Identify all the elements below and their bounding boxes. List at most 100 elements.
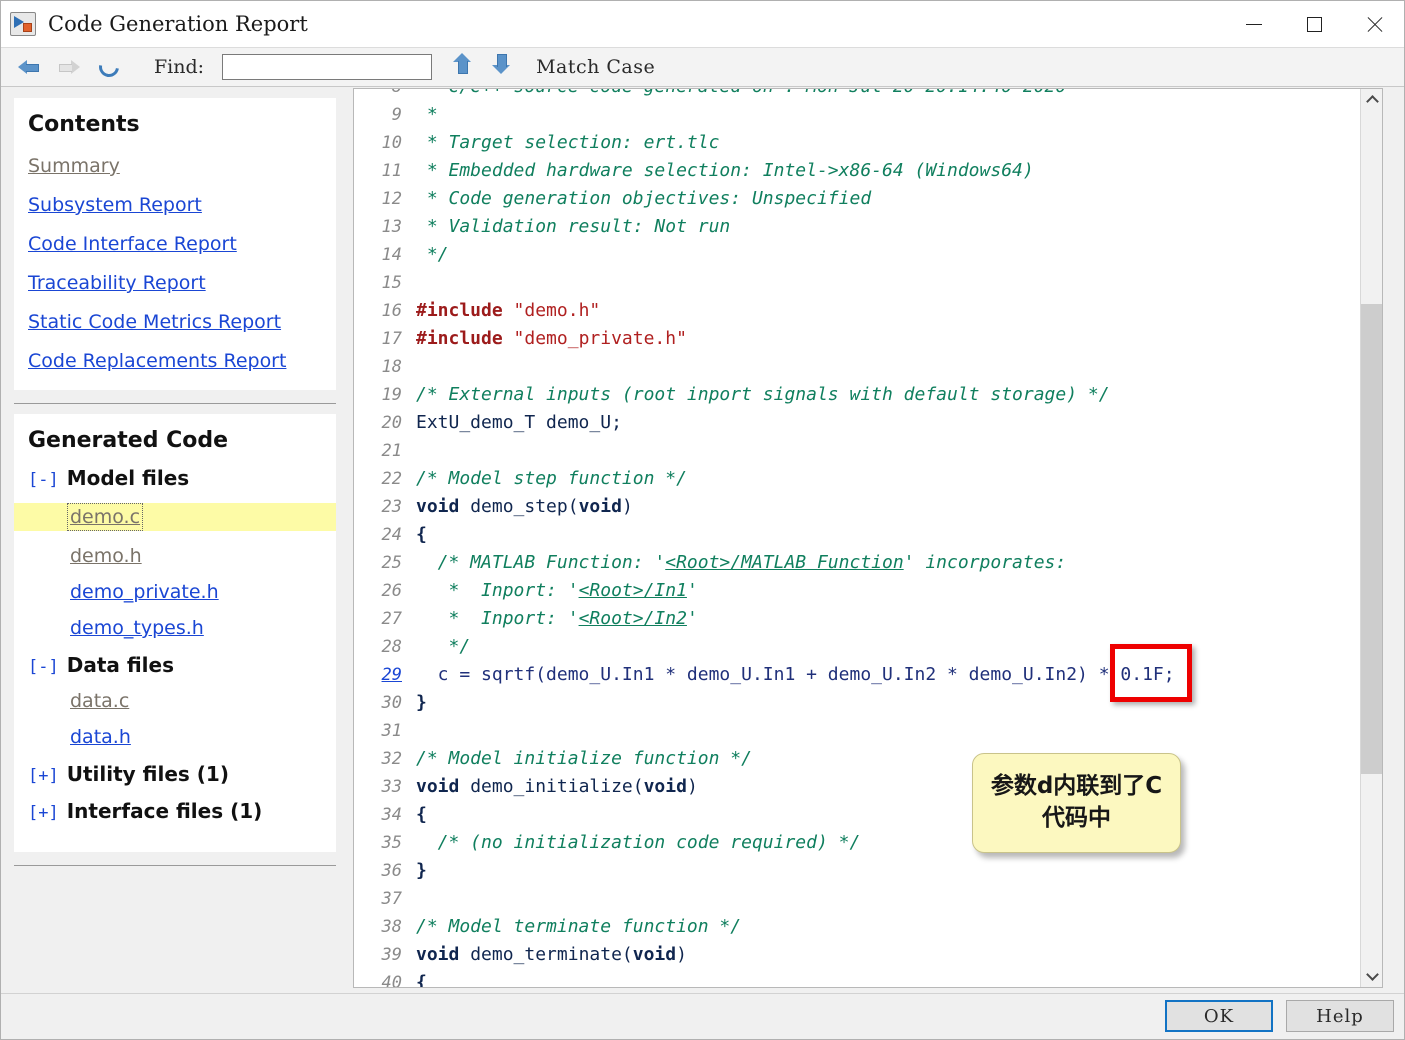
code-span: ' xyxy=(686,608,698,629)
code-trace-link[interactable]: <Root>/In1 xyxy=(579,580,687,601)
footer-bar: OK Help xyxy=(1,993,1404,1039)
refresh-icon xyxy=(95,53,123,81)
contents-link[interactable]: Code Replacements Report xyxy=(14,350,286,372)
code-line-number[interactable]: 29 xyxy=(354,661,406,689)
code-span: demo_step( xyxy=(459,496,579,517)
code-line-text: * Code generation objectives: Unspecifie… xyxy=(406,185,871,213)
generated-code-title: Generated Code xyxy=(28,428,229,453)
contents-link[interactable]: Subsystem Report xyxy=(14,194,202,216)
tree-group[interactable]: [+] Utility files (1) xyxy=(14,762,336,786)
code-span: ) xyxy=(686,776,698,797)
code-line: 13 * Validation result: Not run xyxy=(354,213,1175,241)
expand-icon[interactable]: [+] xyxy=(28,766,59,786)
code-line-number: 18 xyxy=(381,357,402,377)
tree-file-link[interactable]: data.h xyxy=(70,726,131,748)
code-span: { xyxy=(416,524,427,545)
code-trace-link[interactable]: <Root>/In2 xyxy=(579,608,687,629)
tree-group-label: Data files xyxy=(66,653,174,677)
code-generation-report-window: Code Generation Report Find: Match Case … xyxy=(0,0,1405,1040)
code-line: 31 xyxy=(354,717,1175,745)
refresh-button[interactable] xyxy=(94,53,124,81)
code-line-number: 12 xyxy=(381,189,402,209)
code-line-number: 33 xyxy=(381,777,402,797)
code-span: * Validation result: Not run xyxy=(416,216,731,237)
code-vertical-scrollbar[interactable] xyxy=(1360,89,1382,987)
code-line-text: } xyxy=(406,857,427,885)
code-span: c = sqrtf(demo_U.In1 * demo_U.In1 + demo… xyxy=(416,664,1175,685)
find-next-button[interactable] xyxy=(488,53,514,81)
code-line: 27 * Inport: '<Root>/In2' xyxy=(354,605,1175,633)
code-span: * Inport: ' xyxy=(416,608,579,629)
close-button[interactable] xyxy=(1344,1,1404,47)
code-line-text: } xyxy=(406,689,427,717)
contents-link[interactable]: Summary xyxy=(14,155,120,177)
code-line-text: { xyxy=(406,969,427,987)
tree-file-link[interactable]: demo_types.h xyxy=(70,617,204,639)
code-span: * Target selection: ert.tlc xyxy=(416,132,720,153)
code-line-number: 19 xyxy=(381,385,402,405)
scroll-up-button[interactable] xyxy=(1361,89,1382,111)
code-span: ExtU_demo_T demo_U; xyxy=(416,412,622,433)
code-line-number: 35 xyxy=(381,833,402,853)
code-span: #include xyxy=(416,328,514,349)
code-span: { xyxy=(416,804,427,825)
forward-arrow-icon xyxy=(58,59,80,75)
code-line-number: 26 xyxy=(381,581,402,601)
find-input[interactable] xyxy=(222,54,433,80)
code-span: ) xyxy=(676,944,687,965)
code-line-text: /* Model initialize function */ xyxy=(406,745,752,773)
ok-button[interactable]: OK xyxy=(1165,1000,1273,1032)
code-line: 26 * Inport: '<Root>/In1' xyxy=(354,577,1175,605)
tree-file-link[interactable]: demo.c xyxy=(66,503,144,531)
help-button[interactable]: Help xyxy=(1286,1000,1394,1032)
code-span: /* Model terminate function */ xyxy=(416,916,742,937)
minimize-icon xyxy=(1246,23,1262,25)
code-span: ' xyxy=(686,580,698,601)
code-line-text: * Validation result: Not run xyxy=(406,213,730,241)
code-line-number: 9 xyxy=(391,105,402,125)
code-span: void xyxy=(643,776,687,797)
code-line-text: /* External inputs (root inport signals … xyxy=(406,381,1110,409)
scroll-down-button[interactable] xyxy=(1361,965,1382,987)
forward-button[interactable] xyxy=(54,53,84,81)
code-line: 23 void demo_step(void) xyxy=(354,493,1175,521)
collapse-icon[interactable]: [-] xyxy=(28,657,59,677)
tree-group[interactable]: [-] Data files xyxy=(14,653,336,677)
expand-icon[interactable]: [+] xyxy=(28,803,59,823)
tree-file-link[interactable]: demo.h xyxy=(70,545,142,567)
annotation-callout: 参数d内联到了C代码中 xyxy=(972,753,1181,853)
code-line-number: 21 xyxy=(381,441,402,461)
code-line-text: #include "demo.h" xyxy=(406,297,600,325)
contents-panel: Contents Summary Subsystem Report Code Int… xyxy=(14,98,336,390)
back-button[interactable] xyxy=(14,53,44,81)
minimize-button[interactable] xyxy=(1224,1,1284,47)
find-previous-button[interactable] xyxy=(449,53,475,81)
maximize-button[interactable] xyxy=(1284,1,1344,47)
code-line: 24 { xyxy=(354,521,1175,549)
code-span: * Embedded hardware selection: Intel->x8… xyxy=(416,160,1034,181)
code-line: 21 xyxy=(354,437,1175,465)
code-line-number: 28 xyxy=(381,637,402,657)
tree-group[interactable]: [+] Interface files (1) xyxy=(14,799,336,823)
tree-group[interactable]: [-] Model files xyxy=(14,466,336,490)
code-trace-link[interactable]: <Root>/MATLAB Function xyxy=(665,552,903,573)
title-bar: Code Generation Report xyxy=(1,1,1404,47)
tree-file-link[interactable]: demo_private.h xyxy=(70,581,219,603)
contents-link[interactable]: Traceability Report xyxy=(14,272,206,294)
tree-file-selected-row[interactable]: demo.c xyxy=(14,503,336,531)
code-span: /* (no initialization code required) */ xyxy=(416,832,861,853)
code-scroll-area[interactable]: 8 * C/C++ source code generated on : Mon… xyxy=(354,89,1362,987)
code-line-number: 32 xyxy=(381,749,402,769)
code-line-text: void demo_initialize(void) xyxy=(406,773,698,801)
sidebar-divider-2 xyxy=(14,865,336,866)
collapse-icon[interactable]: [-] xyxy=(28,470,59,490)
code-line-text: /* Model step function */ xyxy=(406,465,687,493)
code-line: 8 * C/C++ source code generated on : Mon… xyxy=(354,89,1175,101)
code-span: /* MATLAB Function: ' xyxy=(416,552,666,573)
contents-link[interactable]: Code Interface Report xyxy=(14,233,237,255)
contents-link[interactable]: Static Code Metrics Report xyxy=(14,311,281,333)
tree-file-link[interactable]: data.c xyxy=(70,690,129,712)
code-line-number: 37 xyxy=(381,889,402,909)
match-case-option[interactable]: Match Case xyxy=(536,56,655,78)
scrollbar-thumb[interactable] xyxy=(1361,304,1382,774)
